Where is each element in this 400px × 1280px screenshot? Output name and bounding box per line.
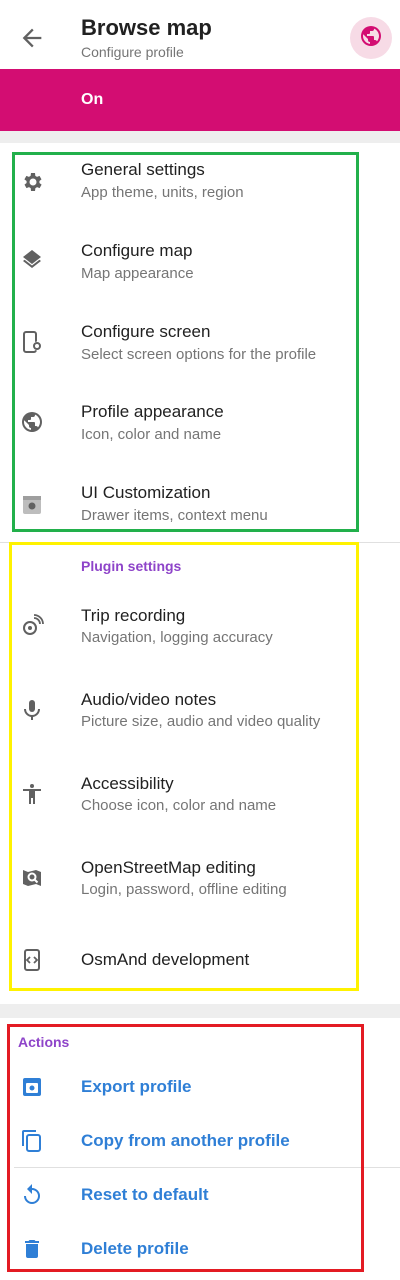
ui-customization-icon (20, 493, 44, 517)
back-arrow-icon[interactable] (18, 24, 46, 52)
settings-item-general[interactable]: General settings App theme, units, regio… (0, 150, 400, 214)
section-divider (0, 542, 400, 543)
plugin-settings-title: Plugin settings (81, 558, 182, 574)
actions-divider (14, 1167, 400, 1168)
page-title: Browse map (81, 15, 212, 40)
globe-icon (20, 410, 44, 434)
plugin-item-label: OpenStreetMap editing (81, 858, 256, 877)
layers-icon (20, 249, 44, 273)
copy-icon (20, 1129, 44, 1153)
plugin-item-trip-recording[interactable]: Trip recording Navigation, logging accur… (0, 596, 400, 666)
action-label: Reset to default (81, 1185, 209, 1204)
plugin-item-label: Trip recording (81, 606, 186, 625)
osm-edit-icon (20, 866, 44, 890)
action-label: Copy from another profile (81, 1131, 290, 1150)
plugin-item-osm-editing[interactable]: OpenStreetMap editing Login, password, o… (0, 848, 400, 918)
profile-enabled-toggle[interactable]: On (0, 69, 400, 131)
accessibility-icon (20, 782, 44, 806)
plugin-item-description: Navigation, logging accuracy (81, 629, 273, 646)
globe-icon (359, 24, 383, 53)
settings-item-description: Select screen options for the profile (81, 346, 317, 363)
export-icon (20, 1075, 44, 1099)
gear-icon (20, 170, 44, 194)
settings-item-label: General settings (81, 160, 205, 179)
page-subtitle: Configure profile (81, 44, 184, 60)
settings-item-profile-appearance[interactable]: Profile appearance Icon, color and name (0, 392, 400, 456)
copy-profile-button[interactable]: Copy from another profile (0, 1118, 400, 1164)
phone-settings-icon (20, 330, 44, 354)
delete-profile-button[interactable]: Delete profile (0, 1226, 400, 1272)
settings-item-label: Profile appearance (81, 402, 224, 421)
microphone-icon (20, 698, 44, 722)
export-profile-button[interactable]: Export profile (0, 1064, 400, 1110)
settings-item-ui-customization[interactable]: UI Customization Drawer items, context m… (0, 473, 400, 531)
plugin-item-label: OsmAnd development (81, 950, 250, 969)
settings-item-configure-map[interactable]: Configure map Map appearance (0, 231, 400, 295)
settings-item-label: UI Customization (81, 483, 211, 502)
settings-item-description: App theme, units, region (81, 184, 244, 201)
settings-item-description: Icon, color and name (81, 426, 222, 443)
action-label: Export profile (81, 1077, 192, 1096)
plugin-item-description: Login, password, offline editing (81, 881, 287, 898)
development-icon (20, 948, 44, 972)
settings-item-description: Drawer items, context menu (81, 507, 268, 524)
actions-title: Actions (18, 1034, 70, 1050)
app-header: Browse map Configure profile (0, 0, 400, 69)
plugin-item-audio-video-notes[interactable]: Audio/video notes Picture size, audio an… (0, 680, 400, 750)
settings-item-label: Configure screen (81, 322, 211, 341)
profile-icon-button[interactable] (350, 17, 392, 59)
toggle-state-label: On (81, 91, 104, 108)
action-label: Delete profile (81, 1239, 189, 1258)
trash-icon (20, 1237, 44, 1261)
trip-recording-icon (20, 614, 44, 638)
plugin-item-label: Audio/video notes (81, 690, 217, 709)
plugin-item-osmand-development[interactable]: OsmAnd development (0, 932, 400, 988)
section-separator (0, 1004, 400, 1018)
plugin-item-description: Picture size, audio and video quality (81, 713, 321, 730)
plugin-item-accessibility[interactable]: Accessibility Choose icon, color and nam… (0, 764, 400, 834)
reset-icon (20, 1183, 44, 1207)
reset-default-button[interactable]: Reset to default (0, 1172, 400, 1218)
settings-item-description: Map appearance (81, 265, 194, 282)
plugin-item-label: Accessibility (81, 774, 174, 793)
section-separator (0, 131, 400, 143)
plugin-item-description: Choose icon, color and name (81, 797, 277, 814)
settings-item-configure-screen[interactable]: Configure screen Select screen options f… (0, 312, 400, 376)
settings-item-label: Configure map (81, 241, 193, 260)
